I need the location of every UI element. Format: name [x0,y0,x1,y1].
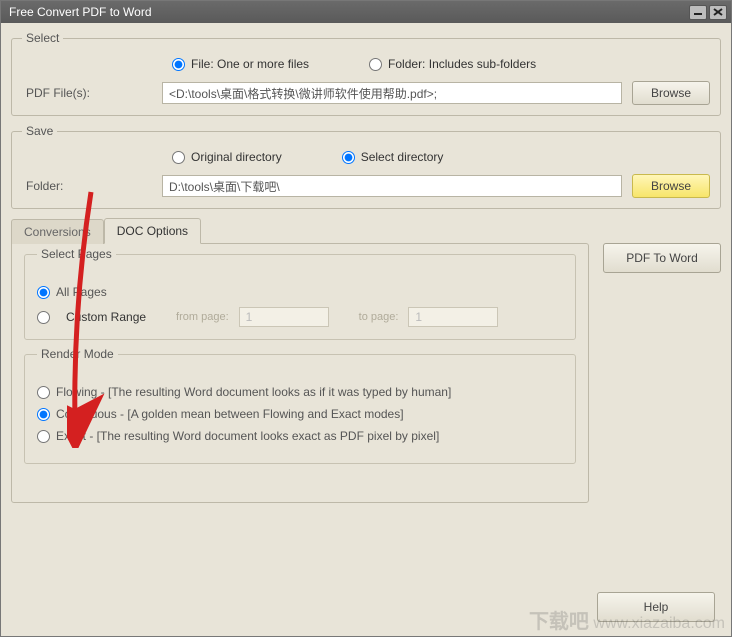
select-group: Select File: One or more files Folder: I… [11,31,721,116]
from-page-label: from page: [176,311,229,323]
custom-range-label[interactable]: Custom Range [66,310,146,324]
file-radio[interactable] [172,58,185,71]
app-window: Free Convert PDF to Word Select File: On… [0,0,732,637]
continuous-label[interactable]: Continuous - [A golden mean between Flow… [56,407,404,421]
flowing-radio[interactable] [37,386,50,399]
app-body: Select File: One or more files Folder: I… [1,23,731,636]
side-column: PDF To Word [603,217,721,273]
to-page-label: to page: [359,311,399,323]
save-legend: Save [22,124,57,138]
sel-dir-radio[interactable] [342,151,355,164]
continuous-radio[interactable] [37,408,50,421]
save-group: Save Original directory Select directory… [11,124,721,209]
tabs-area: Conversions DOC Options Select Pages All… [11,217,721,503]
pdf-to-word-button[interactable]: PDF To Word [603,243,721,273]
custom-range-radio[interactable] [37,311,50,324]
pdf-files-input[interactable] [162,82,622,104]
to-page-input [408,307,498,327]
folder-row: Folder: Browse [22,174,710,198]
browse-files-button[interactable]: Browse [632,81,710,105]
orig-dir-label[interactable]: Original directory [191,150,282,164]
file-radio-label[interactable]: File: One or more files [191,57,309,71]
titlebar: Free Convert PDF to Word [1,1,731,23]
tabstrip: Conversions DOC Options [11,217,589,243]
tab-doc-options[interactable]: DOC Options [104,218,201,244]
help-button[interactable]: Help [597,592,715,622]
select-legend: Select [22,31,63,45]
all-pages-label[interactable]: All Pages [56,285,107,299]
doc-options-panel: Select Pages All Pages Custom Range from… [11,243,589,503]
all-pages-radio[interactable] [37,286,50,299]
close-button[interactable] [709,5,727,20]
exact-label[interactable]: Exact - [The resulting Word document loo… [56,429,439,443]
render-mode-group: Render Mode Flowing - [The resulting Wor… [24,354,576,464]
folder-radio-label[interactable]: Folder: Includes sub-folders [388,57,536,71]
folder-label: Folder: [22,179,162,193]
orig-dir-radio[interactable] [172,151,185,164]
save-mode-row: Original directory Select directory [22,146,710,174]
minimize-button[interactable] [689,5,707,20]
pdf-files-row: PDF File(s): Browse [22,81,710,105]
exact-radio[interactable] [37,430,50,443]
tabs-column: Conversions DOC Options Select Pages All… [11,217,589,503]
select-pages-legend: Select Pages [37,247,116,261]
window-title: Free Convert PDF to Word [9,5,152,19]
tab-conversions[interactable]: Conversions [11,219,104,244]
render-mode-legend: Render Mode [37,347,118,361]
select-mode-row: File: One or more files Folder: Includes… [22,53,710,81]
select-pages-group: Select Pages All Pages Custom Range from… [24,254,576,340]
window-controls [689,5,727,20]
flowing-label[interactable]: Flowing - [The resulting Word document l… [56,385,451,399]
folder-input[interactable] [162,175,622,197]
from-page-input [239,307,329,327]
pdf-files-label: PDF File(s): [22,86,162,100]
sel-dir-label[interactable]: Select directory [361,150,444,164]
folder-radio[interactable] [369,58,382,71]
browse-folder-button[interactable]: Browse [632,174,710,198]
bottom-bar: Help [597,592,715,622]
